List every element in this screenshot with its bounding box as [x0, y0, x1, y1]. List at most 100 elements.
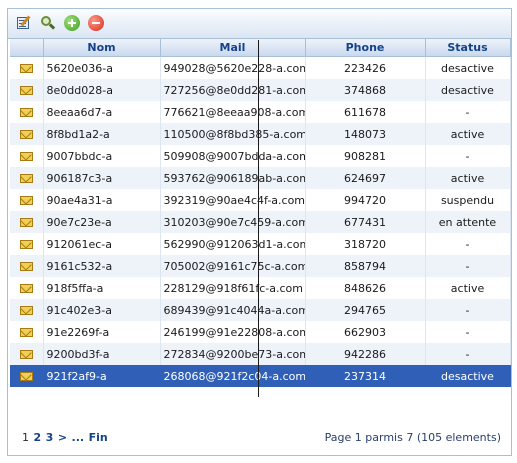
table-row[interactable]: 906187c3-a 593762@906189ab-a.com 624697 act… [10, 167, 511, 189]
envelope-icon [19, 174, 33, 183]
cell-mail: 246199@91e22808-a.com [160, 321, 306, 343]
row-icon-cell [10, 255, 44, 277]
table-row[interactable]: 8f8bd1a2-a 110500@8f8bd385-a.com 148073 act… [10, 123, 511, 145]
table-row[interactable]: 90ae4a31-a 392319@90ae4c4f-a.com 994720 sus… [10, 189, 511, 211]
cell-mail: 689439@91c4044a-a.com [160, 299, 306, 321]
cell-status: active [425, 123, 511, 145]
cell-nom: 90ae4a31-a [43, 189, 161, 211]
cell-status: desactive [425, 365, 511, 387]
table-row[interactable]: 918f5ffa-a 228129@918f61fc-a.com 848626 act… [10, 277, 511, 299]
cell-phone: 223426 [305, 56, 426, 79]
envelope-icon [19, 284, 33, 293]
cell-nom: 8f8bd1a2-a [43, 123, 161, 145]
page-link-1[interactable]: 1 [22, 431, 29, 444]
cell-mail: 268068@921f2c04-a.com [160, 365, 306, 387]
cell-phone: 237314 [305, 365, 426, 387]
header-mail[interactable]: Mail [160, 39, 306, 57]
envelope-icon [19, 350, 33, 359]
header-icon-column [10, 39, 44, 57]
cell-phone: 662903 [305, 321, 426, 343]
row-icon-cell [10, 79, 44, 101]
cell-phone: 858794 [305, 255, 426, 277]
row-icon-cell [10, 343, 44, 365]
pagination: 1 2 3 > ... Fin [22, 431, 109, 444]
cell-nom: 90e7c23e-a [43, 211, 161, 233]
table-row[interactable]: 8eeaa6d7-a 776621@8eeaa908-a.com 611678- [10, 101, 511, 123]
header-status[interactable]: Status [425, 39, 511, 57]
row-icon-cell [10, 167, 44, 189]
page-link-2[interactable]: 2 [34, 431, 42, 444]
table-row[interactable]: 90e7c23e-a 310203@90e7c459-a.com 677431 en … [10, 211, 511, 233]
table-row[interactable]: 9161c532-a 705002@9161c75c-a.com 858794- [10, 255, 511, 277]
cell-mail: 776621@8eeaa908-a.com [160, 101, 306, 123]
cell-phone: 318720 [305, 233, 426, 255]
header-phone[interactable]: Phone [305, 39, 426, 57]
grid-footer: 1 2 3 > ... Fin Page 1 parmis 7 (105 ele… [8, 429, 511, 449]
toolbar [8, 9, 511, 39]
row-icon-cell [10, 56, 44, 79]
envelope-icon [19, 64, 33, 73]
data-grid: Nom Mail Phone Status 5620e036-a 949028@5… [10, 39, 511, 387]
delete-icon[interactable] [88, 15, 104, 31]
cell-mail: 392319@90ae4c4f-a.com [160, 189, 306, 211]
cell-status: en attente [425, 211, 511, 233]
cell-mail: 228129@918f61fc-a.com [160, 277, 306, 299]
envelope-icon [19, 328, 33, 337]
table-row[interactable]: 91e2269f-a 246199@91e22808-a.com 662903- [10, 321, 511, 343]
table-row[interactable]: 9007bbdc-a 509908@9007bdda-a.com 908281- [10, 145, 511, 167]
cell-nom: 91e2269f-a [43, 321, 161, 343]
table-row[interactable]: 5620e036-a 949028@5620e228-a.com 223426 des… [10, 56, 511, 79]
cell-phone: 908281 [305, 145, 426, 167]
cell-status: desactive [425, 79, 511, 101]
header-nom[interactable]: Nom [43, 39, 161, 57]
cell-mail: 509908@9007bdda-a.com [160, 145, 306, 167]
grid-panel: Nom Mail Phone Status 5620e036-a 949028@5… [7, 8, 512, 456]
cell-nom: 921f2af9-a [43, 365, 161, 387]
cell-status: desactive [425, 56, 511, 79]
search-icon[interactable] [40, 15, 56, 31]
cell-status: suspendu [425, 189, 511, 211]
cell-phone: 994720 [305, 189, 426, 211]
table-row[interactable]: 91c402e3-a 689439@91c4044a-a.com 294765- [10, 299, 511, 321]
table-row[interactable]: 921f2af9-a 268068@921f2c04-a.com 237314 des… [10, 365, 511, 387]
row-icon-cell [10, 321, 44, 343]
table-row[interactable]: 8e0dd028-a 727256@8e0dd281-a.com 374868 des… [10, 79, 511, 101]
row-icon-cell [10, 101, 44, 123]
add-icon[interactable] [64, 15, 80, 31]
cell-phone: 848626 [305, 277, 426, 299]
cell-phone: 942286 [305, 343, 426, 365]
cell-status: - [425, 299, 511, 321]
envelope-icon [19, 130, 33, 139]
cell-mail: 310203@90e7c459-a.com [160, 211, 306, 233]
cell-mail: 705002@9161c75c-a.com [160, 255, 306, 277]
last-page-link[interactable]: Fin [89, 431, 108, 444]
next-page-link[interactable]: > [58, 431, 67, 444]
page-info: Page 1 parmis 7 (105 elements) [324, 431, 501, 444]
cell-status: - [425, 343, 511, 365]
cell-mail: 727256@8e0dd281-a.com [160, 79, 306, 101]
table-row[interactable]: 9200bd3f-a 272834@9200be73-a.com 942286- [10, 343, 511, 365]
page-link-3[interactable]: 3 [46, 431, 54, 444]
cell-status: active [425, 167, 511, 189]
cell-nom: 8eeaa6d7-a [43, 101, 161, 123]
column-resize-line[interactable] [258, 40, 259, 397]
cell-nom: 91c402e3-a [43, 299, 161, 321]
cell-nom: 5620e036-a [43, 56, 161, 79]
envelope-icon [19, 196, 33, 205]
cell-nom: 9161c532-a [43, 255, 161, 277]
cell-nom: 906187c3-a [43, 167, 161, 189]
cell-nom: 918f5ffa-a [43, 277, 161, 299]
cell-phone: 624697 [305, 167, 426, 189]
envelope-icon [19, 262, 33, 271]
envelope-icon [19, 86, 33, 95]
row-icon-cell [10, 277, 44, 299]
cell-mail: 562990@912063d1-a.com [160, 233, 306, 255]
cell-nom: 912061ec-a [43, 233, 161, 255]
cell-mail: 593762@906189ab-a.com [160, 167, 306, 189]
cell-phone: 677431 [305, 211, 426, 233]
cell-status: active [425, 277, 511, 299]
edit-icon[interactable] [16, 15, 32, 31]
row-icon-cell [10, 299, 44, 321]
table-row[interactable]: 912061ec-a 562990@912063d1-a.com 318720- [10, 233, 511, 255]
envelope-icon [19, 152, 33, 161]
